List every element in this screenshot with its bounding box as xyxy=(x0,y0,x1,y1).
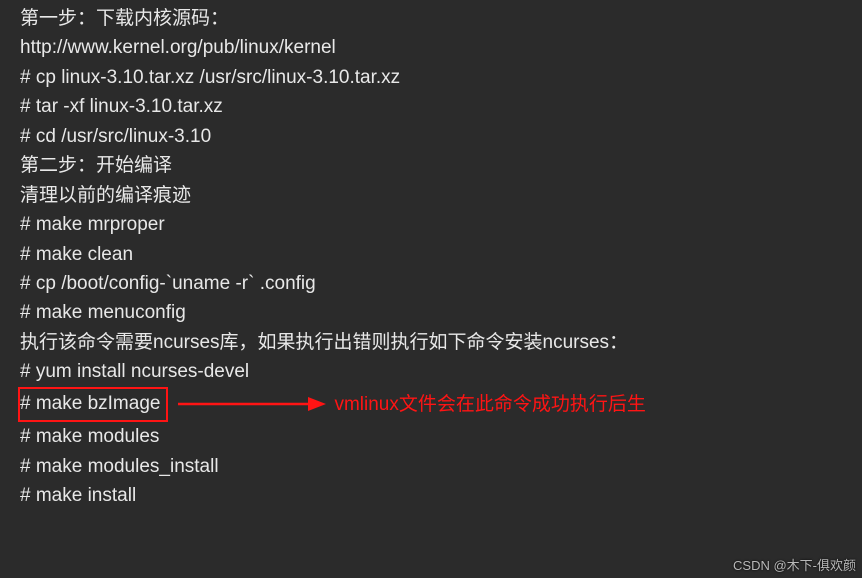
clean-note: 清理以前的编译痕迹 xyxy=(20,181,862,210)
kernel-url: http://www.kernel.org/pub/linux/kernel xyxy=(20,33,862,62)
cmd-cd: # cd /usr/src/linux-3.10 xyxy=(20,122,862,151)
cmd-menuconfig: # make menuconfig xyxy=(20,298,862,327)
ncurses-note: 执行该命令需要ncurses库，如果执行出错则执行如下命令安装ncurses： xyxy=(20,328,862,357)
cmd-modules-install: # make modules_install xyxy=(20,452,862,481)
step2-title: 第二步：开始编译 xyxy=(20,151,862,180)
highlighted-line: # make bzImage vmlinux文件会在此命令成功执行后生 xyxy=(20,387,862,422)
annotation-text: vmlinux文件会在此命令成功执行后生 xyxy=(334,390,645,419)
cmd-tar-extract: # tar -xf linux-3.10.tar.xz xyxy=(20,92,862,121)
cmd-make-install: # make install xyxy=(20,481,862,510)
cmd-cp-config: # cp /boot/config-`uname -r` .config xyxy=(20,269,862,298)
step1-title: 第一步：下载内核源码： xyxy=(20,4,862,33)
cmd-clean: # make clean xyxy=(20,240,862,269)
cmd-yum-ncurses: # yum install ncurses-devel xyxy=(20,357,862,386)
cmd-make-bzimage: # make bzImage xyxy=(18,387,168,422)
cmd-mrproper: # make mrproper xyxy=(20,210,862,239)
cmd-cp-tar: # cp linux-3.10.tar.xz /usr/src/linux-3.… xyxy=(20,63,862,92)
watermark: CSDN @木下-俱欢颜 xyxy=(733,556,856,576)
arrow-icon xyxy=(176,393,326,415)
cmd-make-modules: # make modules xyxy=(20,422,862,451)
